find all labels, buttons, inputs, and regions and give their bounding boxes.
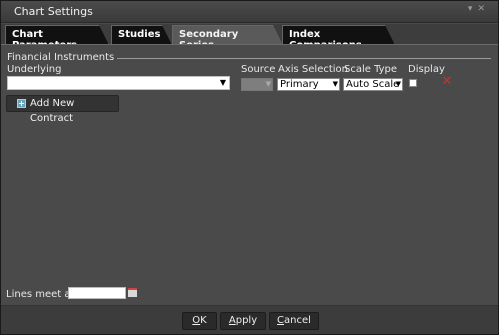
chart-settings-dialog: Chart Settings ▾✕ Chart Parameters Studi… (0, 0, 499, 335)
scale-type-select[interactable]: Auto Scale ▼ (343, 78, 403, 91)
cancel-button[interactable]: Cancel (269, 312, 319, 330)
chevron-down-icon[interactable]: ▼ (218, 77, 228, 89)
axis-selection-value: Primary (280, 79, 319, 90)
ok-label: K (200, 315, 207, 326)
display-label: Display (408, 64, 445, 75)
apply-button[interactable]: Apply (220, 312, 266, 330)
ok-accelerator: O (192, 315, 201, 326)
tab-index-comparisons[interactable]: Index Comparisons (282, 25, 395, 45)
apply-label: pply (235, 315, 258, 326)
chevron-down-icon: ▼ (265, 80, 271, 88)
calendar-icon[interactable] (128, 288, 137, 297)
chevron-down-icon: ▼ (395, 80, 401, 88)
dialog-footer: OK Apply Cancel (1, 305, 498, 334)
axis-selection-select[interactable]: Primary ▼ (277, 78, 340, 91)
lines-meet-input[interactable] (68, 287, 126, 299)
cancel-accelerator: C (277, 315, 285, 326)
secondary-series-panel: Financial Instruments Underlying Source … (1, 45, 498, 305)
ok-button[interactable]: OK (182, 312, 217, 330)
underlying-label: Underlying (7, 64, 62, 75)
close-icon[interactable]: ✕ (477, 4, 490, 14)
delete-icon[interactable]: ✕ (441, 75, 453, 88)
add-new-contract-button[interactable]: Add New Contract (6, 95, 119, 124)
display-checkbox[interactable] (409, 79, 417, 87)
lines-meet-label: Lines meet at (6, 289, 75, 300)
group-divider (101, 58, 491, 59)
underlying-combobox[interactable]: ▼ (7, 76, 230, 90)
add-contract-icon (17, 99, 26, 108)
scale-type-label: Scale Type (344, 64, 398, 75)
apply-accelerator: A (228, 315, 236, 326)
title-bar: Chart Settings ▾✕ (1, 1, 498, 23)
add-new-contract-label: Add New Contract (30, 98, 75, 124)
axis-selection-label: Axis Selection (278, 64, 349, 75)
chevron-down-icon: ▼ (332, 80, 338, 88)
tab-studies[interactable]: Studies (111, 25, 172, 45)
window-title: Chart Settings (14, 5, 93, 18)
source-select[interactable]: ▼ (241, 78, 273, 91)
cancel-label: ancel (284, 315, 311, 326)
group-title: Financial Instruments (7, 52, 118, 63)
tab-bar: Chart Parameters Studies Secondary Serie… (1, 24, 498, 45)
title-bar-controls: ▾✕ (468, 4, 490, 14)
source-label: Source (241, 64, 276, 75)
scale-type-value: Auto Scale (346, 79, 400, 90)
tab-chart-parameters[interactable]: Chart Parameters (5, 25, 109, 45)
tab-secondary-series[interactable]: Secondary Series (172, 25, 283, 45)
